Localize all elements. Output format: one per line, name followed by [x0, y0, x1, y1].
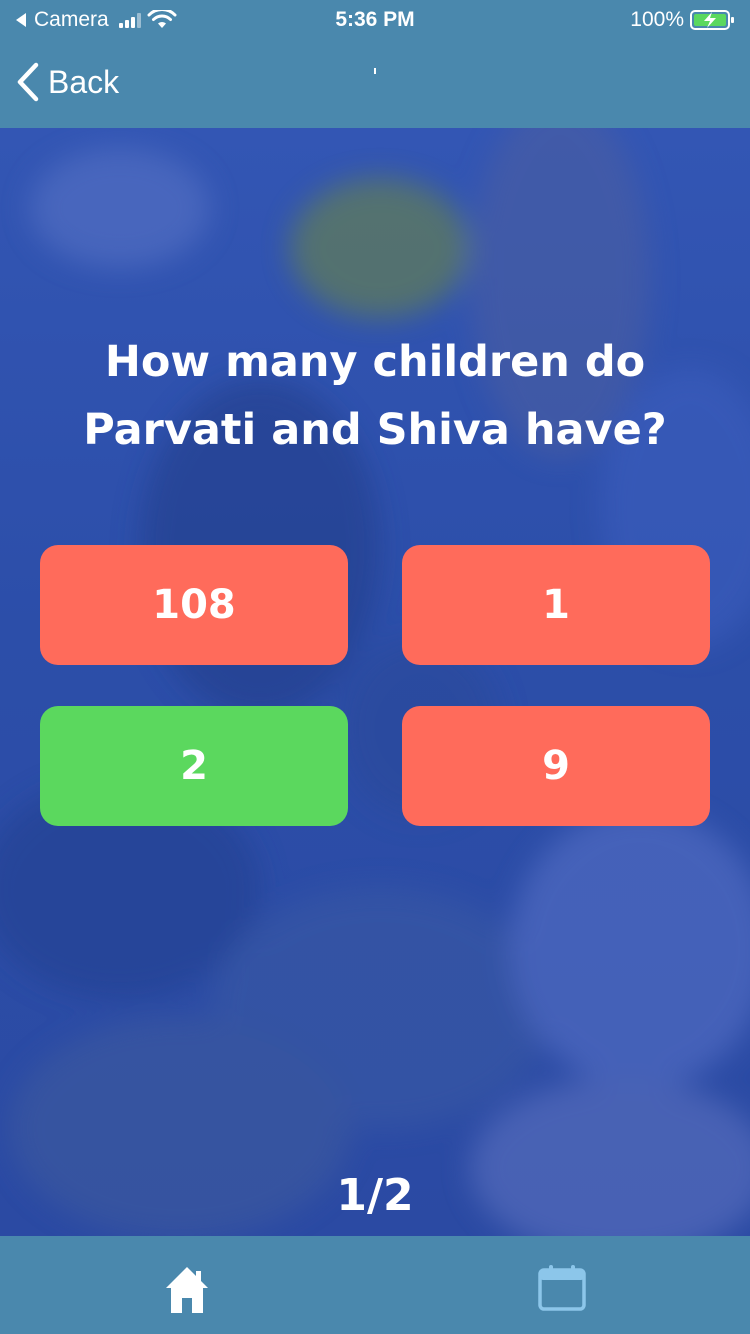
quiz-screen: How many children do Parvati and Shiva h…	[0, 128, 750, 1236]
home-icon	[166, 1267, 208, 1313]
answer-option-1[interactable]: 108	[40, 545, 348, 665]
answer-option-3[interactable]: 2	[40, 706, 348, 826]
quiz-question: How many children do Parvati and Shiva h…	[83, 337, 667, 455]
tab-calendar[interactable]	[537, 1264, 587, 1316]
answer-option-4[interactable]: 9	[402, 706, 710, 826]
calendar-icon	[538, 1265, 586, 1311]
status-right: 100%	[630, 8, 736, 32]
chevron-left-icon	[17, 62, 39, 102]
back-button[interactable]: Back	[16, 62, 119, 102]
status-bar: Camera 5:36 PM 100%	[0, 0, 750, 40]
background-image	[0, 128, 750, 1236]
question-counter: 1/2	[336, 1170, 414, 1221]
navigation-bar: Back	[0, 40, 750, 128]
battery-charging-icon	[690, 10, 734, 30]
tab-home[interactable]	[163, 1264, 211, 1320]
nav-title-mark	[374, 68, 376, 74]
tab-bar	[0, 1236, 750, 1334]
answer-option-2[interactable]: 1	[402, 545, 710, 665]
back-label: Back	[48, 63, 120, 100]
battery-percent: 100%	[630, 8, 684, 31]
